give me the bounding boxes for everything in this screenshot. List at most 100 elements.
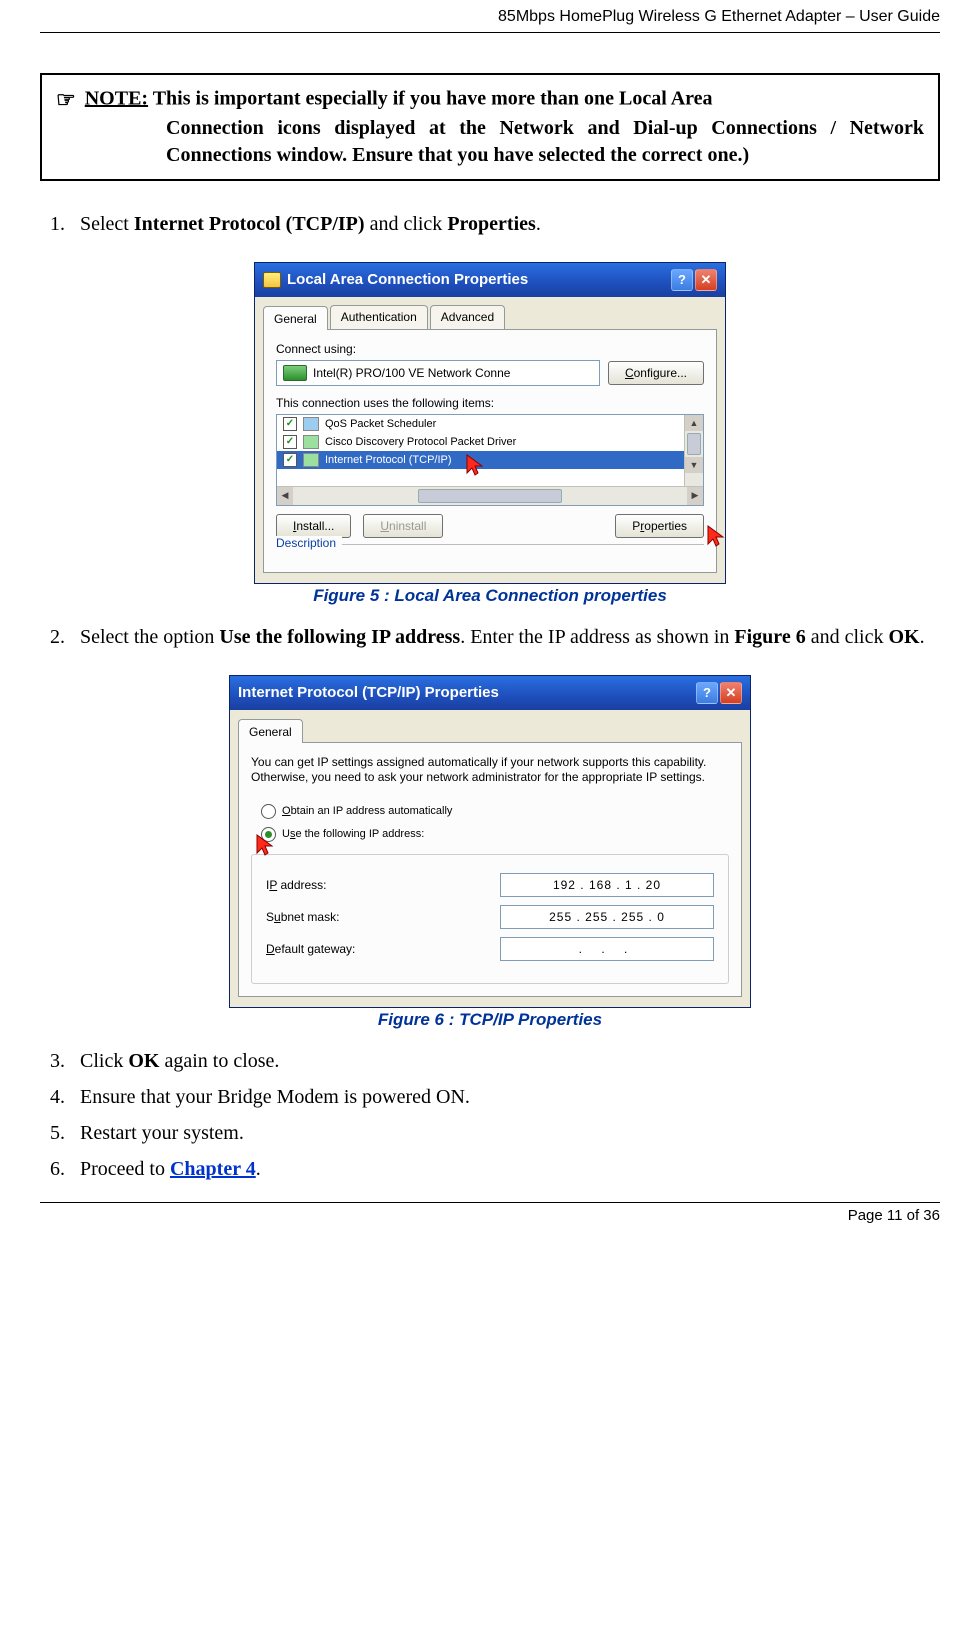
subnet-input[interactable]: 255 . 255 . 255 . 0: [500, 905, 714, 929]
list-item-tcpip[interactable]: ✓ Internet Protocol (TCP/IP): [277, 451, 685, 469]
adapter-name: Intel(R) PRO/100 VE Network Conne: [313, 366, 510, 380]
step-1-text: Select: [80, 213, 134, 235]
panel-general: You can get IP settings assigned automat…: [238, 742, 742, 997]
figure-6-caption: Figure 6 : TCP/IP Properties: [40, 1010, 940, 1030]
tab-authentication[interactable]: Authentication: [330, 305, 428, 329]
list-item-label: QoS Packet Scheduler: [325, 418, 436, 430]
step-1-bold-1: Internet Protocol (TCP/IP): [134, 213, 365, 235]
step-3: Click OK again to close.: [70, 1048, 940, 1074]
horizontal-scrollbar[interactable]: ◀ ▶: [277, 486, 703, 505]
titlebar: Internet Protocol (TCP/IP) Properties ? …: [230, 676, 750, 710]
step-1-bold-2: Properties: [447, 213, 536, 235]
scroll-right-icon[interactable]: ▶: [687, 487, 703, 505]
tabstrip: General: [230, 710, 750, 742]
components-listbox[interactable]: ✓ QoS Packet Scheduler ✓ Cisco Discovery…: [276, 414, 704, 506]
help-button[interactable]: ?: [696, 682, 718, 704]
note-text-rest: Connection icons displayed at the Networ…: [56, 115, 924, 169]
radio-icon[interactable]: [261, 827, 276, 842]
properties-button[interactable]: Properties: [615, 514, 704, 538]
scroll-thumb[interactable]: [418, 489, 562, 503]
uninstall-button[interactable]: Uninstall: [363, 514, 443, 538]
step-4: Ensure that your Bridge Modem is powered…: [70, 1084, 940, 1110]
list-item-qos[interactable]: ✓ QoS Packet Scheduler: [277, 415, 685, 433]
panel-general: Connect using: Intel(R) PRO/100 VE Netwo…: [263, 329, 717, 573]
configure-button[interactable]: Configure...: [608, 361, 704, 385]
uses-items-label: This connection uses the following items…: [276, 396, 704, 410]
note-label: NOTE:: [85, 87, 148, 109]
step-2-text-2: . Enter the IP address as shown in: [460, 626, 734, 648]
window-title: Internet Protocol (TCP/IP) Properties: [238, 684, 499, 701]
description-label: Description: [276, 536, 342, 550]
step-6: Proceed to Chapter 4.: [70, 1156, 940, 1182]
header-rule: [40, 32, 940, 33]
info-paragraph: You can get IP settings assigned automat…: [251, 755, 729, 786]
gateway-label: Default gateway:: [266, 942, 500, 956]
list-item-label: Internet Protocol (TCP/IP): [325, 454, 452, 466]
ip-settings-group: IP address: 192 . 168 . 1 . 20 Subnet ma…: [251, 854, 729, 984]
tabstrip: General Authentication Advanced: [255, 297, 725, 329]
list-item-cisco[interactable]: ✓ Cisco Discovery Protocol Packet Driver: [277, 433, 685, 451]
step-2: Select the option Use the following IP a…: [70, 624, 940, 650]
step-3-bold: OK: [128, 1050, 159, 1072]
ip-address-row: IP address: 192 . 168 . 1 . 20: [266, 873, 714, 897]
tab-advanced[interactable]: Advanced: [430, 305, 505, 329]
window-app-icon: [263, 272, 281, 288]
radio-icon[interactable]: [261, 804, 276, 819]
protocol-icon: [303, 453, 319, 467]
close-button[interactable]: ✕: [720, 682, 742, 704]
step-2-text-4: .: [920, 626, 925, 648]
gateway-input[interactable]: . . .: [500, 937, 714, 961]
help-button[interactable]: ?: [671, 269, 693, 291]
titlebar: Local Area Connection Properties ? ✕: [255, 263, 725, 297]
step-2-text-3: and click: [806, 626, 889, 648]
step-6-text: Proceed to: [80, 1158, 170, 1180]
step-2-text: Select the option: [80, 626, 219, 648]
pointing-hand-icon: ☞: [56, 85, 76, 115]
ip-address-label: IP address:: [266, 878, 500, 892]
radio-auto-row[interactable]: Obtain an IP address automatically: [251, 800, 729, 823]
ip-address-input[interactable]: 192 . 168 . 1 . 20: [500, 873, 714, 897]
nic-icon: [283, 365, 307, 381]
step-1-text-3: .: [536, 213, 541, 235]
step-3-text: Click: [80, 1050, 128, 1072]
step-1-text-2: and click: [365, 213, 448, 235]
step-2-bold-3: OK: [888, 626, 919, 648]
tab-general[interactable]: General: [263, 306, 328, 330]
list-item-label: Cisco Discovery Protocol Packet Driver: [325, 436, 516, 448]
note-box: ☞ NOTE: This is important especially if …: [40, 73, 940, 181]
gateway-row: Default gateway: . . .: [266, 937, 714, 961]
description-group: Description: [276, 544, 704, 560]
service-icon: [303, 417, 319, 431]
figure-5: Local Area Connection Properties ? ✕ Gen…: [40, 262, 940, 606]
scroll-up-icon[interactable]: ▲: [685, 415, 703, 431]
scroll-down-icon[interactable]: ▼: [685, 457, 703, 473]
radio-manual-label: Use the following IP address:: [282, 828, 424, 840]
scroll-thumb[interactable]: [687, 433, 701, 455]
step-2-bold-1: Use the following IP address: [219, 626, 460, 648]
connect-using-label: Connect using:: [276, 342, 704, 356]
doc-header: 85Mbps HomePlug Wireless G Ethernet Adap…: [40, 0, 940, 26]
step-2-bold-2: Figure 6: [734, 626, 805, 648]
install-button[interactable]: Install...: [276, 514, 351, 538]
note-text-line1: This is important especially if you have…: [153, 87, 713, 109]
tab-general[interactable]: General: [238, 719, 303, 743]
subnet-label: Subnet mask:: [266, 910, 500, 924]
step-5: Restart your system.: [70, 1120, 940, 1146]
checkbox-icon[interactable]: ✓: [283, 435, 297, 449]
page-footer: Page 11 of 36: [40, 1207, 940, 1232]
checkbox-icon[interactable]: ✓: [283, 417, 297, 431]
figure-5-caption: Figure 5 : Local Area Connection propert…: [40, 586, 940, 606]
vertical-scrollbar[interactable]: ▲ ▼: [684, 415, 703, 487]
checkbox-icon[interactable]: ✓: [283, 453, 297, 467]
step-6-text-2: .: [256, 1158, 261, 1180]
lan-properties-window: Local Area Connection Properties ? ✕ Gen…: [254, 262, 726, 584]
radio-manual-row[interactable]: Use the following IP address:: [251, 823, 729, 846]
figure-6: Internet Protocol (TCP/IP) Properties ? …: [40, 675, 940, 1030]
scroll-left-icon[interactable]: ◀: [277, 487, 293, 505]
close-button[interactable]: ✕: [695, 269, 717, 291]
protocol-icon: [303, 435, 319, 449]
adapter-field: Intel(R) PRO/100 VE Network Conne: [276, 360, 600, 386]
radio-auto-label: Obtain an IP address automatically: [282, 805, 452, 817]
chapter-4-link[interactable]: Chapter 4: [170, 1158, 256, 1180]
step-1: Select Internet Protocol (TCP/IP) and cl…: [70, 211, 940, 237]
